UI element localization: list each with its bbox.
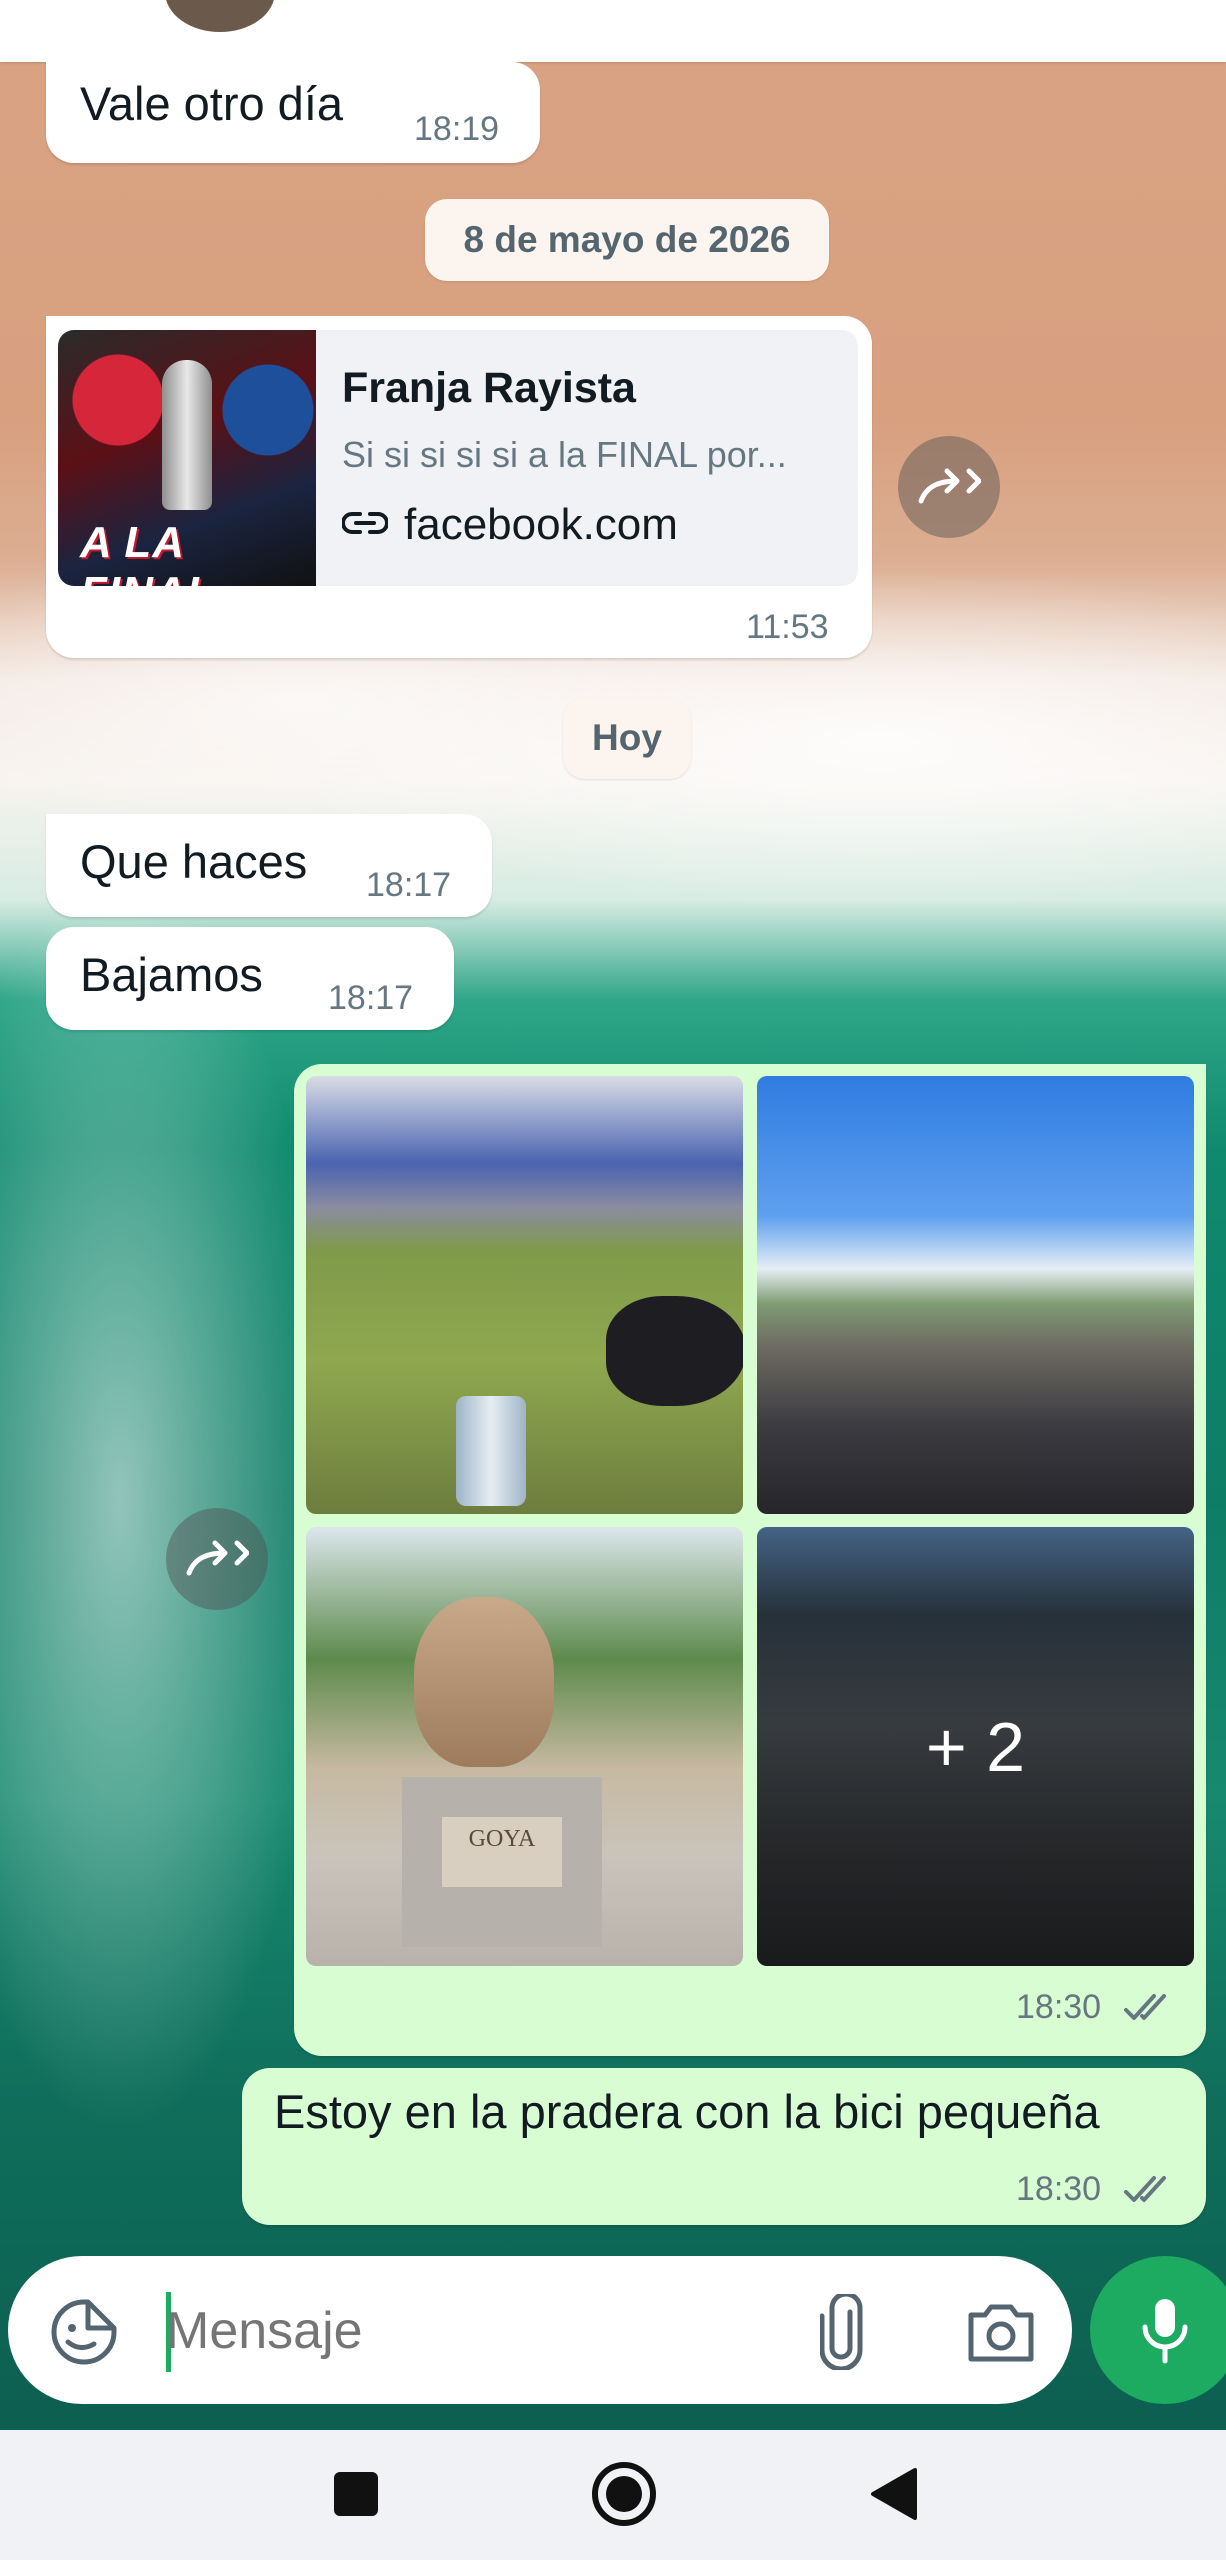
message-time: 11:53: [746, 608, 829, 646]
message-bubble-incoming[interactable]: Que haces 18:17: [46, 814, 492, 917]
message-time: 18:17: [328, 979, 414, 1017]
mic-icon: [1142, 2299, 1188, 2364]
message-bubble-outgoing[interactable]: Estoy en la pradera con la bici pequeña …: [242, 2068, 1206, 2225]
system-navigation-bar: [0, 2430, 1226, 2560]
link-thumbnail: A LA FINAL: [58, 330, 316, 586]
forward-button[interactable]: [166, 1508, 268, 1610]
message-time: 18:30: [1016, 2170, 1102, 2208]
message-time: 18:17: [366, 866, 452, 904]
link-icon: [341, 508, 389, 543]
album-photo[interactable]: [306, 1076, 743, 1514]
message-bubble-incoming[interactable]: Vale otro día 18:19: [46, 62, 540, 163]
message-time: 18:30: [1016, 1988, 1102, 2026]
forward-icon: [186, 1540, 249, 1576]
forward-icon: [918, 468, 981, 504]
back-triangle-icon[interactable]: [858, 2458, 930, 2530]
album-photo-more[interactable]: + 2: [757, 1527, 1194, 1966]
message-text: Vale otro día: [80, 77, 344, 130]
link-description: Si si si si si a la FINAL por...: [342, 434, 787, 475]
message-time: 18:19: [414, 110, 500, 148]
avatar[interactable]: [165, 0, 275, 32]
more-photos-count: + 2: [925, 1707, 1026, 1786]
trophy-icon: [162, 360, 212, 510]
link-title: Franja Rayista: [342, 364, 636, 412]
link-message-bubble[interactable]: A LA FINAL Franja Rayista Si si si si si…: [46, 316, 872, 658]
message-input-bar: [8, 2256, 1072, 2404]
link-domain: facebook.com: [404, 500, 678, 549]
paperclip-icon[interactable]: [812, 2292, 872, 2372]
link-preview-card[interactable]: A LA FINAL Franja Rayista Si si si si si…: [58, 330, 858, 586]
message-bubble-incoming[interactable]: Bajamos 18:17: [46, 927, 454, 1030]
beer-can: [456, 1396, 526, 1506]
thumbnail-text: A LA FINAL: [80, 518, 214, 586]
message-text: Que haces: [80, 835, 308, 888]
date-separator: 8 de mayo de 2026: [425, 199, 829, 281]
recents-square-icon[interactable]: [320, 2458, 392, 2530]
message-text: Estoy en la pradera con la bici pequeña: [274, 2085, 1100, 2138]
album-photo[interactable]: GOYA: [306, 1527, 743, 1966]
bike-seat: [606, 1296, 743, 1406]
home-circle-icon[interactable]: [584, 2454, 664, 2534]
message-input[interactable]: [166, 2294, 786, 2368]
sticker-icon[interactable]: [48, 2296, 120, 2368]
more-photos-overlay: + 2: [757, 1527, 1194, 1966]
date-separator: Hoy: [563, 697, 691, 779]
chat-header[interactable]: [0, 0, 1226, 62]
message-text: Bajamos: [80, 948, 263, 1001]
goya-bust: [414, 1597, 554, 1767]
album-photo[interactable]: [757, 1076, 1194, 1514]
forward-button[interactable]: [898, 436, 1000, 538]
camera-icon[interactable]: [964, 2296, 1038, 2368]
double-check-icon: [1124, 1992, 1176, 2029]
double-check-icon: [1124, 2174, 1176, 2211]
monument-plate: GOYA: [442, 1817, 562, 1887]
